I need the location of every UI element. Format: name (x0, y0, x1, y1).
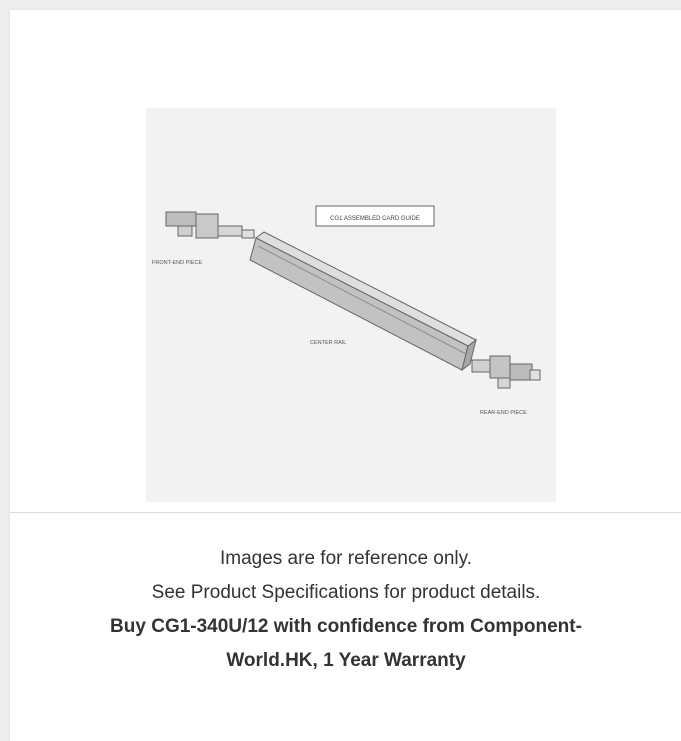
front-end-piece-label: FRONT-END PIECE (152, 260, 202, 266)
diagram-title-label: CG1 ASSEMBLED CARD GUIDE (330, 216, 420, 222)
rear-end-piece-label: REAR-END PIECE (480, 410, 527, 416)
product-image-area[interactable]: CG1 ASSEMBLED CARD GUIDE FRONT-END PIECE… (10, 10, 681, 512)
warranty-statement-line-2: World.HK, 1 Year Warranty (226, 650, 466, 671)
product-image-card: CG1 ASSEMBLED CARD GUIDE FRONT-END PIECE… (9, 9, 681, 741)
center-rail-label: CENTER RAIL (310, 340, 346, 346)
image-caption: Images are for reference only. See Produ… (10, 542, 681, 678)
warranty-statement: Buy CG1-340U/12 with confidence from Com… (10, 610, 681, 678)
image-caption-divider (10, 512, 681, 513)
specifications-note: See Product Specifications for product d… (151, 582, 541, 603)
card-guide-diagram: CG1 ASSEMBLED CARD GUIDE FRONT-END PIECE… (146, 108, 556, 502)
reference-disclaimer: Images are for reference only. (219, 548, 473, 569)
warranty-statement-line-1: Buy CG1-340U/12 with confidence from Com… (110, 616, 582, 637)
